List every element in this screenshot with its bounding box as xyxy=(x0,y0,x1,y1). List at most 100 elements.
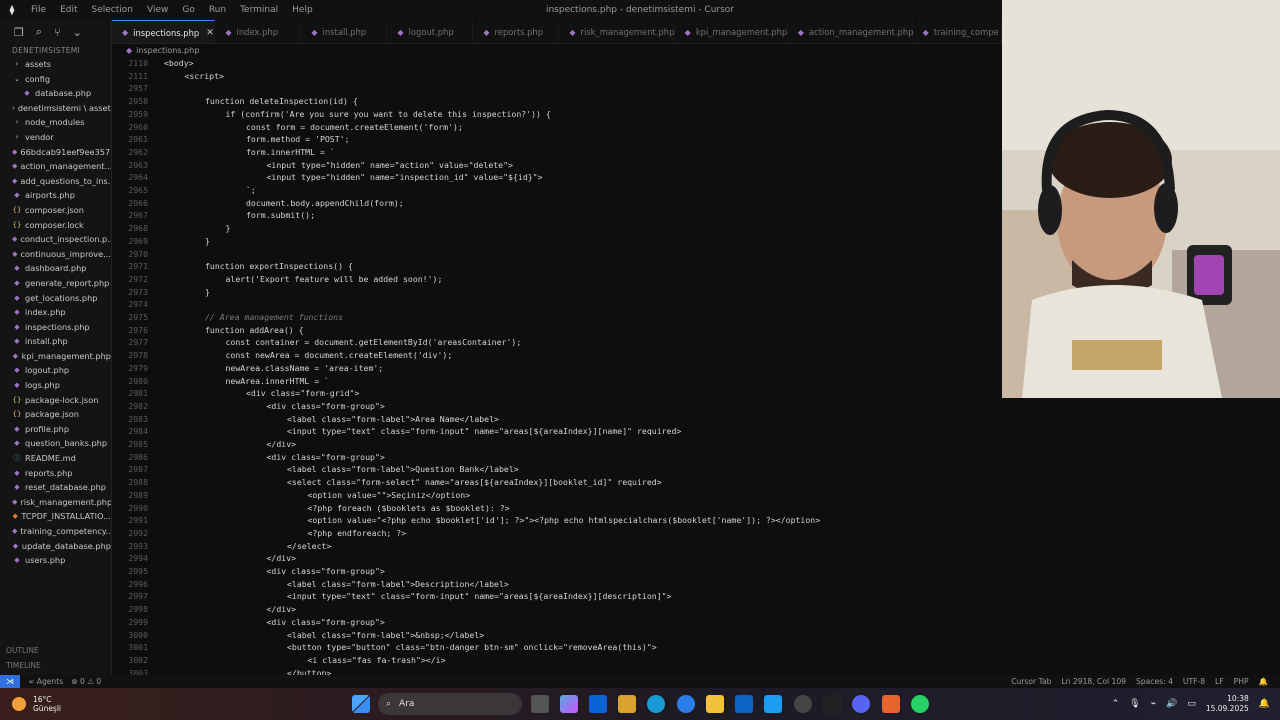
explorer-item[interactable]: {} composer.json xyxy=(0,203,111,218)
notifications-icon[interactable]: 🔔 xyxy=(1259,699,1270,709)
code-line[interactable]: 2987 <label class="form-label">Question B… xyxy=(112,463,1002,476)
menu-file[interactable]: File xyxy=(24,5,53,15)
code-line[interactable]: 2957 xyxy=(112,82,1002,95)
explorer-item[interactable]: ◆ logs.php xyxy=(0,378,111,393)
cursor-tab-status[interactable]: Cursor Tab xyxy=(1011,677,1051,686)
code-line[interactable]: 2968} xyxy=(112,222,1002,235)
taskbar-search[interactable]: ⌕ Ara xyxy=(378,693,522,715)
explorer-item[interactable]: ⌄ config xyxy=(0,72,111,87)
chevron-up-icon[interactable]: ⌃ xyxy=(1112,699,1120,709)
code-line[interactable]: 2984 <input type="text" class="form-input… xyxy=(112,425,1002,438)
explorer-item[interactable]: › assets xyxy=(0,57,111,72)
explorer-item[interactable]: ◆ users.php xyxy=(0,553,111,568)
explorer-item[interactable]: ◆ continuous_improve... xyxy=(0,247,111,262)
explorer-item[interactable]: ◆ index.php xyxy=(0,305,111,320)
menu-help[interactable]: Help xyxy=(285,5,320,15)
whatsapp-icon[interactable] xyxy=(911,695,929,713)
source-control-icon[interactable]: ⑂ xyxy=(54,26,61,39)
code-line[interactable]: 2980 newArea.innerHTML = ` xyxy=(112,375,1002,388)
code-line[interactable]: 2990 <?php foreach ($booklets as $booklet… xyxy=(112,502,1002,515)
cursor-position[interactable]: Ln 2918, Col 109 xyxy=(1061,677,1126,686)
discord-icon[interactable] xyxy=(852,695,870,713)
code-line[interactable]: 2965 `; xyxy=(112,184,1002,197)
search-icon[interactable]: ⌕ xyxy=(36,25,42,39)
code-line[interactable]: 2997 <input type="text" class="form-input… xyxy=(112,590,1002,603)
explorer-item[interactable]: ◆ add_questions_to_ins... xyxy=(0,174,111,189)
code-editor[interactable]: 2110 <body> 2111 <script> 2957 2958 function d… xyxy=(112,57,1002,675)
code-line[interactable]: 2975 // Area management functions xyxy=(112,311,1002,324)
code-line[interactable]: 2988 <select class="form-select" name="ar… xyxy=(112,476,1002,489)
network-icon[interactable]: ⌁ xyxy=(1151,699,1156,709)
task-view-icon[interactable] xyxy=(531,695,549,713)
code-line[interactable]: 2992 <?php endforeach; ?> xyxy=(112,527,1002,540)
explorer-item[interactable]: ◆ dashboard.php xyxy=(0,261,111,276)
remote-icon[interactable]: ⋊ xyxy=(0,675,20,688)
code-line[interactable]: 2969} xyxy=(112,235,1002,248)
explorer-item[interactable]: › denetimsistemi \ asset... xyxy=(0,101,111,116)
battery-icon[interactable]: ▭ xyxy=(1187,699,1196,709)
weather-widget[interactable]: 16°C Güneşli xyxy=(12,695,61,713)
explorer-item[interactable]: ⓘ README.md xyxy=(0,451,111,466)
explorer-item[interactable]: ◆ database.php xyxy=(0,86,111,101)
tab-kpi-management-php[interactable]: ◆ kpi_management.php xyxy=(675,20,788,43)
bell-icon[interactable]: 🔔 xyxy=(1259,677,1268,686)
menu-edit[interactable]: Edit xyxy=(53,5,84,15)
code-line[interactable]: 2970 xyxy=(112,248,1002,261)
explorer-item[interactable]: ◆ training_competency... xyxy=(0,524,111,539)
menu-view[interactable]: View xyxy=(140,5,175,15)
code-line[interactable]: 2986 <div class="form-group"> xyxy=(112,451,1002,464)
code-line[interactable]: 2959 if (confirm('Are you sure you want t… xyxy=(112,108,1002,121)
language-status[interactable]: PHP xyxy=(1234,677,1249,686)
indentation-status[interactable]: Spaces: 4 xyxy=(1136,677,1173,686)
timeline-section[interactable]: TIMELINE xyxy=(0,661,112,670)
code-line[interactable]: 2972 alert('Export feature will be added … xyxy=(112,273,1002,286)
explorer-item[interactable]: ◆ update_database.php xyxy=(0,539,111,554)
code-line[interactable]: 3000 <label class="form-label">&nbsp;</la… xyxy=(112,629,1002,642)
explorer-item[interactable]: ◆ kpi_management.php xyxy=(0,349,111,364)
explorer-item[interactable]: ◆ get_locations.php xyxy=(0,291,111,306)
github-icon[interactable] xyxy=(794,695,812,713)
code-line[interactable]: 2983 <label class="form-label">Area Name<… xyxy=(112,413,1002,426)
explorer-item[interactable]: ◆ conduct_inspection.p... xyxy=(0,232,111,247)
tab-inspections-php[interactable]: ◆ inspections.php ✕ xyxy=(112,20,216,43)
code-line[interactable]: 2976 function addArea() { xyxy=(112,324,1002,337)
code-line[interactable]: 2971 function exportInspections() { xyxy=(112,260,1002,273)
code-line[interactable]: 3001 <button type="button" class="btn-dan… xyxy=(112,641,1002,654)
code-line[interactable]: 2964 <input type="hidden" name="inspectio… xyxy=(112,171,1002,184)
code-line[interactable]: 2962 form.innerHTML = ` xyxy=(112,146,1002,159)
eol-status[interactable]: LF xyxy=(1215,677,1224,686)
microphone-icon[interactable]: 🎙 xyxy=(1129,699,1140,709)
code-line[interactable]: 2111 <script> xyxy=(112,69,1002,83)
code-line[interactable]: 2978 const newArea = document.createEleme… xyxy=(112,349,1002,362)
explorer-item[interactable]: ◆ inspections.php xyxy=(0,320,111,335)
tab-risk-management-php[interactable]: ◆ risk_management.php xyxy=(559,20,675,43)
explorer-item[interactable]: › node_modules xyxy=(0,115,111,130)
code-line[interactable]: 2973} xyxy=(112,286,1002,299)
menu-selection[interactable]: Selection xyxy=(85,5,140,15)
explorer-item[interactable]: ◆ profile.php xyxy=(0,422,111,437)
linkedin-icon[interactable] xyxy=(735,695,753,713)
explorer-item[interactable]: {} package-lock.json xyxy=(0,393,111,408)
explorer-item[interactable]: ◆ TCPDF_INSTALLATIO... xyxy=(0,509,112,524)
tab-install-php[interactable]: ◆ install.php xyxy=(301,20,388,43)
cursor-app-icon[interactable] xyxy=(823,695,841,713)
file-explorer-icon[interactable] xyxy=(706,695,724,713)
code-line[interactable]: 3002 <i class="fas fa-trash"></i> xyxy=(112,654,1002,667)
code-line[interactable]: 2982 <div class="form-group"> xyxy=(112,400,1002,413)
code-line[interactable]: 2989 <option value="">Seçiniz</option> xyxy=(112,489,1002,502)
outline-section[interactable]: OUTLINE xyxy=(0,646,112,655)
breadcrumb[interactable]: ◆ inspections.php xyxy=(112,44,1002,57)
code-line[interactable]: 2996 <label class="form-label">Descriptio… xyxy=(112,578,1002,591)
code-line[interactable]: 2967 form.submit(); xyxy=(112,209,1002,222)
encoding-status[interactable]: UTF-8 xyxy=(1183,677,1205,686)
code-line[interactable]: 2110 <body> xyxy=(112,57,1002,70)
tab-index-php[interactable]: ◆ index.php xyxy=(215,20,302,43)
xampp-icon[interactable] xyxy=(882,695,900,713)
chrome-icon[interactable] xyxy=(677,695,695,713)
code-line[interactable]: 2995 <div class="form-group"> xyxy=(112,565,1002,578)
explorer-item[interactable]: ◆ generate_report.php xyxy=(0,276,111,291)
explorer-item[interactable]: ◆ reports.php xyxy=(0,466,111,481)
code-line[interactable]: 2963 <input type="hidden" name="action" v… xyxy=(112,159,1002,172)
outlook-icon[interactable] xyxy=(589,695,607,713)
tab-logout-php[interactable]: ◆ logout.php xyxy=(387,20,474,43)
